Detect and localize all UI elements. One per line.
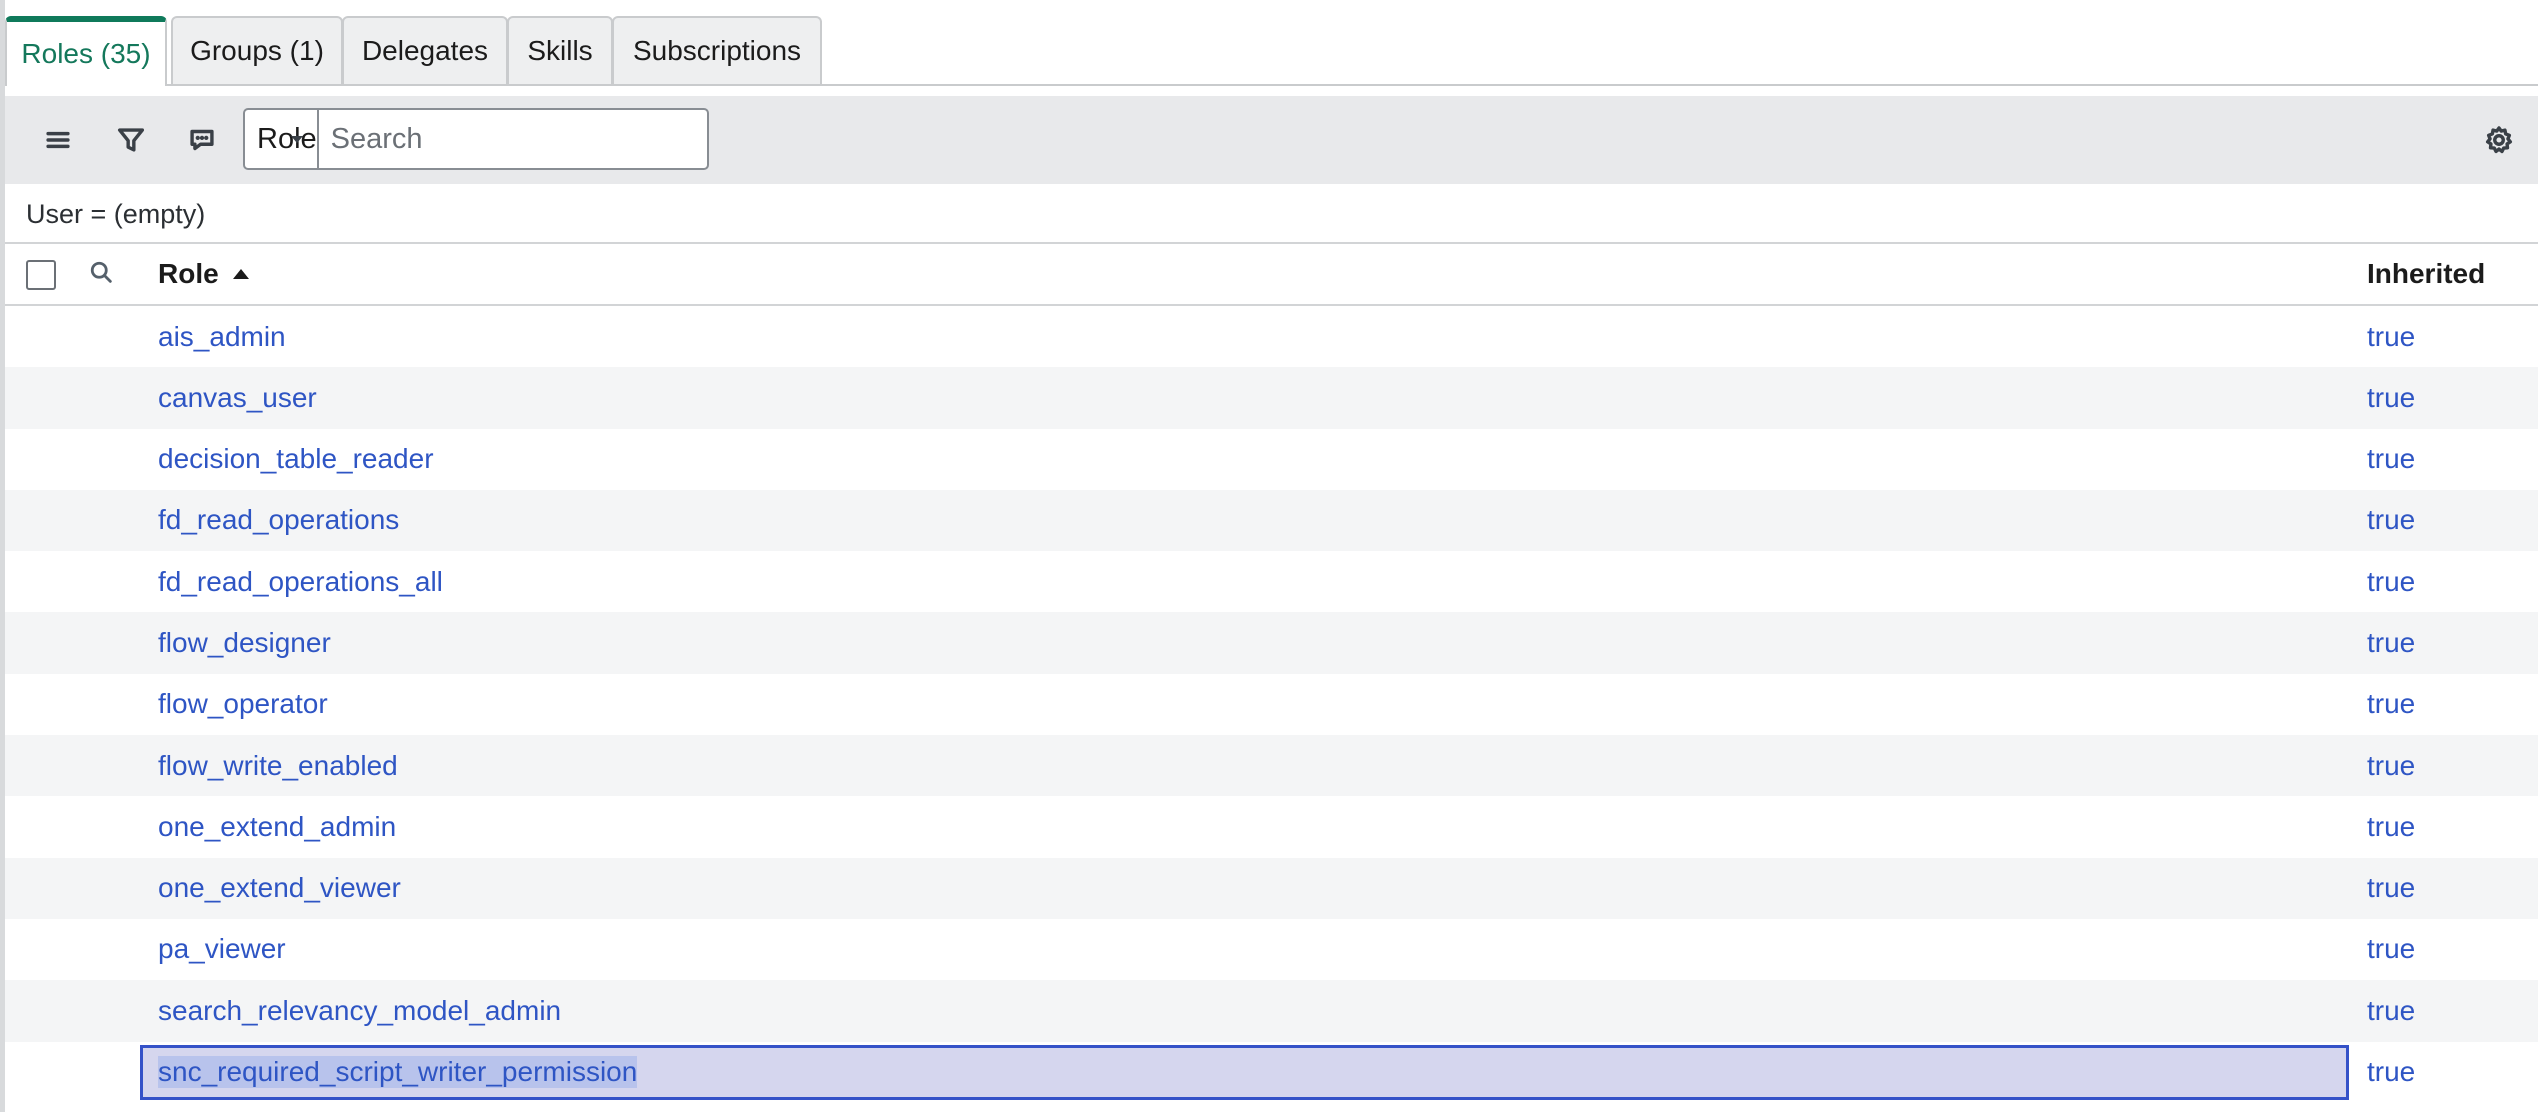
inherited-value[interactable]: true	[2367, 919, 2415, 980]
sort-ascending-icon	[232, 269, 249, 279]
inherited-value[interactable]: true	[2367, 796, 2415, 857]
role-link[interactable]: decision_table_reader	[158, 429, 434, 490]
table-row: ais_admin true	[5, 306, 2538, 367]
column-header-inherited[interactable]: Inherited	[2367, 244, 2485, 304]
role-link[interactable]: pa_viewer	[158, 919, 286, 980]
search-field-select[interactable]: Role	[245, 110, 319, 168]
roles-list: ais_admin true canvas_user true decision…	[5, 306, 2538, 1103]
list-toolbar: Role	[5, 96, 2538, 184]
tab-delegates[interactable]: Delegates	[342, 16, 508, 84]
select-all-checkbox[interactable]	[26, 260, 56, 290]
role-link[interactable]: fd_read_operations	[158, 490, 399, 551]
inherited-value[interactable]: true	[2367, 980, 2415, 1041]
table-row: fd_read_operations true	[5, 489, 2538, 552]
inherited-value[interactable]: true	[2367, 306, 2415, 367]
role-link[interactable]: snc_required_script_writer_permission	[158, 1042, 638, 1103]
tab-roles[interactable]: Roles (35)	[5, 16, 167, 86]
tab-skills[interactable]: Skills	[507, 16, 613, 84]
inherited-value[interactable]: true	[2367, 612, 2415, 673]
filter-breadcrumb[interactable]: User = (empty)	[5, 184, 2538, 244]
column-header-role[interactable]: Role	[158, 244, 249, 304]
table-row: pa_viewer true	[5, 919, 2538, 980]
role-link[interactable]: flow_operator	[158, 674, 328, 735]
inherited-value[interactable]: true	[2367, 674, 2415, 735]
role-link[interactable]: canvas_user	[158, 367, 317, 428]
tab-label: Roles (35)	[21, 38, 151, 69]
inherited-value[interactable]: true	[2367, 367, 2415, 428]
table-row: flow_write_enabled true	[5, 735, 2538, 797]
tab-label: Delegates	[361, 35, 489, 66]
breadcrumb-text: User = (empty)	[26, 199, 206, 229]
table-row: decision_table_reader true	[5, 429, 2538, 490]
caret-down-icon	[290, 136, 303, 143]
role-link[interactable]: one_extend_admin	[158, 796, 396, 857]
role-link[interactable]: flow_write_enabled	[158, 735, 398, 796]
inherited-value[interactable]: true	[2367, 735, 2415, 796]
list-header: Role Inherited	[5, 244, 2538, 306]
tab-subscriptions[interactable]: Subscriptions	[612, 16, 822, 84]
role-link[interactable]: flow_designer	[158, 612, 331, 673]
table-row-selected: snc_required_script_writer_permission tr…	[5, 1042, 2538, 1103]
selected-text: snc_required_script_writer_permission	[158, 1056, 638, 1089]
role-link[interactable]: ais_admin	[158, 306, 286, 367]
tab-label: Groups (1)	[190, 35, 324, 66]
chat-bubble-icon[interactable]	[182, 120, 222, 160]
list-search: Role	[243, 108, 710, 170]
role-link[interactable]: one_extend_viewer	[158, 858, 401, 919]
search-input[interactable]	[318, 110, 710, 168]
role-link[interactable]: fd_read_operations_all	[158, 551, 443, 612]
tab-label: Subscriptions	[632, 35, 802, 66]
inherited-value[interactable]: true	[2367, 551, 2415, 612]
funnel-icon[interactable]	[111, 120, 151, 160]
tab-groups[interactable]: Groups (1)	[171, 16, 343, 84]
hamburger-menu-icon[interactable]	[38, 120, 78, 160]
table-row: flow_operator true	[5, 674, 2538, 735]
inherited-value[interactable]: true	[2367, 429, 2415, 490]
inherited-value[interactable]: true	[2367, 1042, 2415, 1103]
inherited-value[interactable]: true	[2367, 490, 2415, 551]
table-row: flow_designer true	[5, 612, 2538, 674]
inherited-value[interactable]: true	[2367, 858, 2415, 919]
table-row: canvas_user true	[5, 367, 2538, 429]
search-field-select-value: Role	[257, 122, 317, 155]
related-list-tabs: Roles (35) Groups (1) Delegates Skills S…	[5, 0, 2538, 86]
table-row: one_extend_admin true	[5, 796, 2538, 857]
tab-label: Skills	[527, 35, 593, 66]
table-row: search_relevancy_model_admin true	[5, 980, 2538, 1042]
column-header-label: Role	[158, 258, 219, 289]
column-header-label: Inherited	[2367, 258, 2486, 289]
gear-icon[interactable]	[2479, 120, 2519, 160]
table-row: one_extend_viewer true	[5, 857, 2538, 919]
search-icon[interactable]	[87, 258, 121, 292]
table-row: fd_read_operations_all true	[5, 551, 2538, 612]
role-link[interactable]: search_relevancy_model_admin	[158, 980, 561, 1041]
